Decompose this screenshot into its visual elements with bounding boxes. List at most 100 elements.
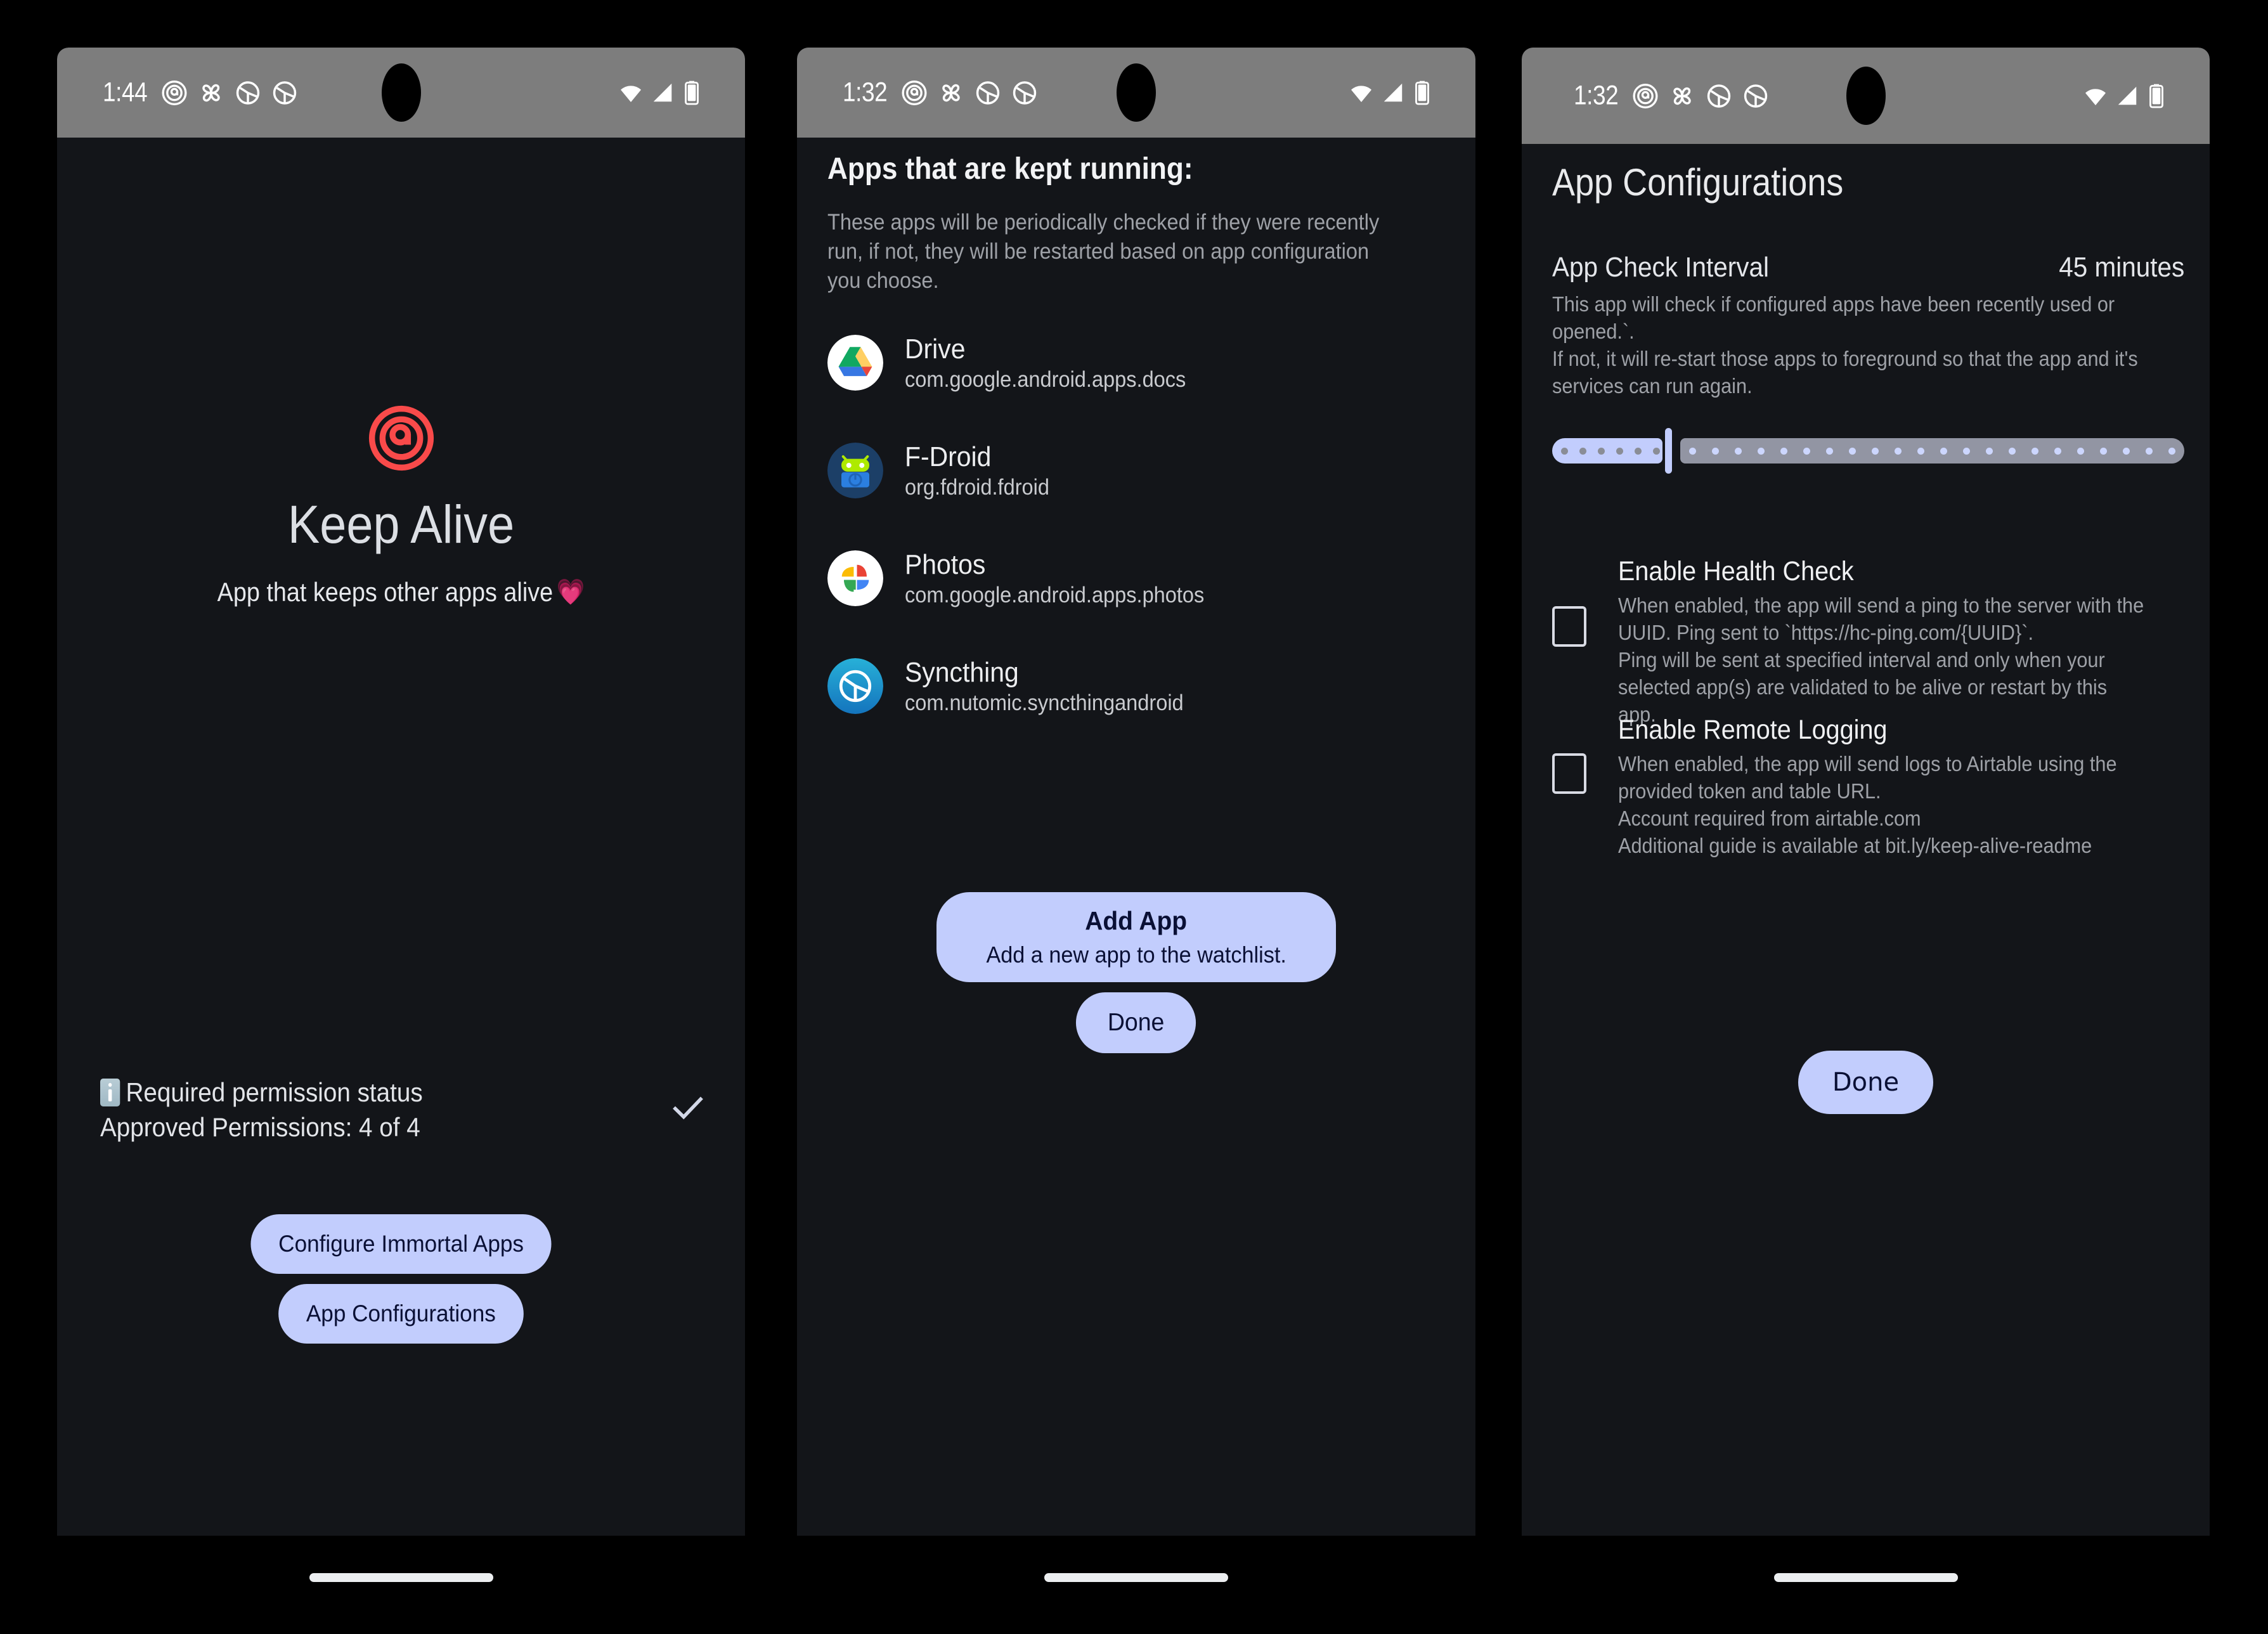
configure-immortal-apps-button[interactable]: Configure Immortal Apps xyxy=(250,1214,552,1274)
status-bar-right xyxy=(618,80,702,105)
slider-tick xyxy=(2009,447,2016,455)
list-item-text: F-Droid org.fdroid.fdroid xyxy=(905,443,1049,498)
enable-health-check-option[interactable]: Enable Health Check When enabled, the ap… xyxy=(1552,556,2184,728)
wifi-icon xyxy=(2085,89,2106,105)
app-package: com.nutomic.syncthingandroid xyxy=(905,690,1184,715)
list-item-text: Syncthing com.nutomic.syncthingandroid xyxy=(905,656,1184,715)
health-check-title: Enable Health Check xyxy=(1618,556,1854,587)
health-check-desc-line1: When enabled, the app will send a ping t… xyxy=(1618,593,2144,644)
screenshot-stage: 1:44 Keep Alive App that keeps other app… xyxy=(0,0,2268,1634)
list-item[interactable]: Photos com.google.android.apps.photos xyxy=(827,524,1450,632)
status-time: 1:44 xyxy=(103,77,148,108)
slider-tick xyxy=(1712,447,1719,455)
slider-tick xyxy=(1940,447,1947,455)
done-label: Done xyxy=(1832,1068,1900,1097)
remote-logging-checkbox[interactable] xyxy=(1552,753,1586,794)
battery-icon xyxy=(1415,81,1429,105)
health-check-checkbox-wrap[interactable] xyxy=(1552,556,1618,697)
camera-notch xyxy=(1846,67,1886,125)
pinwheel-icon xyxy=(1673,87,1691,105)
slider-tick xyxy=(1963,447,1970,455)
configure-immortal-apps-label: Configure Immortal Apps xyxy=(278,1231,524,1257)
gesture-bar[interactable] xyxy=(1044,1573,1228,1582)
status-bar: 1:32 xyxy=(1522,48,2210,144)
slider-tick xyxy=(1895,447,1902,455)
enable-remote-logging-option[interactable]: Enable Remote Logging When enabled, the … xyxy=(1552,715,2184,860)
app-check-interval-slider[interactable] xyxy=(1552,428,2184,474)
camera-notch xyxy=(1117,63,1156,122)
app-name: Syncthing xyxy=(905,656,1019,688)
pinwheel-icon xyxy=(202,84,220,101)
app-check-interval-section: App Check Interval 45 minutes This app w… xyxy=(1552,252,2184,400)
syncthing-icon xyxy=(1013,81,1036,105)
app-name: Drive xyxy=(905,333,966,365)
permission-status: Required permission status Approved Perm… xyxy=(100,1075,707,1145)
syncthing-icon xyxy=(976,81,999,105)
slider-tick xyxy=(1849,447,1856,455)
status-time: 1:32 xyxy=(1574,80,1619,111)
slider-tick xyxy=(1598,447,1605,455)
at-icon xyxy=(1633,83,1658,108)
app-configurations-button[interactable]: App Configurations xyxy=(278,1284,524,1344)
remote-logging-desc-line2: Account required from airtable.com xyxy=(1618,806,1921,830)
at-icon xyxy=(902,80,927,105)
app-package: com.google.android.apps.photos xyxy=(905,582,1205,607)
slider-tick xyxy=(1689,447,1696,455)
watchlist-title: Apps that are kept running: xyxy=(827,152,1193,186)
signal-icon xyxy=(653,83,672,102)
list-item[interactable]: F-Droid org.fdroid.fdroid xyxy=(827,417,1450,524)
remote-logging-desc-line1: When enabled, the app will send logs to … xyxy=(1618,752,2117,803)
watchlist-action-buttons: Add App Add a new app to the watchlist. … xyxy=(797,892,1475,1053)
wifi-icon xyxy=(1351,86,1371,102)
home-content: Keep Alive App that keeps other apps ali… xyxy=(57,138,745,1536)
done-label: Done xyxy=(1108,1009,1165,1036)
slider-tick xyxy=(1986,447,1993,455)
add-app-sublabel: Add a new app to the watchlist. xyxy=(986,942,1286,968)
signal-icon xyxy=(2118,86,2137,105)
add-app-button[interactable]: Add App Add a new app to the watchlist. xyxy=(936,892,1337,982)
permission-status-text: Required permission status Approved Perm… xyxy=(100,1075,423,1145)
app-check-interval-row: App Check Interval 45 minutes xyxy=(1552,252,2184,283)
done-button[interactable]: Done xyxy=(1076,992,1196,1053)
slider-thumb[interactable] xyxy=(1665,428,1672,474)
slider-tick xyxy=(1917,447,1924,455)
permission-heading-row: Required permission status xyxy=(100,1075,423,1110)
remote-logging-checkbox-wrap[interactable] xyxy=(1552,715,1618,832)
slider-tick xyxy=(1616,447,1623,455)
app-name: F-Droid xyxy=(905,441,992,472)
status-time: 1:32 xyxy=(843,77,888,108)
syncthing-icon xyxy=(827,658,883,714)
pinwheel-icon xyxy=(942,84,960,101)
keep-alive-logo-icon xyxy=(368,405,434,471)
gesture-bar[interactable] xyxy=(309,1573,493,1582)
camera-notch xyxy=(381,63,421,122)
app-name: Photos xyxy=(905,548,986,580)
app-tagline: App that keeps other apps alive 💗 xyxy=(91,579,711,606)
screen-configurations: 1:32 App Configurations App Check Interv… xyxy=(1522,48,2210,1536)
slider-tick xyxy=(1735,447,1742,455)
screen-home: 1:44 Keep Alive App that keeps other app… xyxy=(57,48,745,1536)
watchlist-description: These apps will be periodically checked … xyxy=(827,210,1380,294)
check-icon xyxy=(673,1096,703,1120)
configurations-content: App Configurations App Check Interval 45… xyxy=(1522,144,2210,1536)
list-item-text: Photos com.google.android.apps.photos xyxy=(905,548,1205,607)
status-bar-left: 1:32 xyxy=(1574,81,1769,112)
slider-tick xyxy=(1826,447,1833,455)
app-title: Keep Alive xyxy=(287,495,515,554)
syncthing-icon xyxy=(236,81,259,105)
slider-tick xyxy=(2077,447,2084,455)
app-check-interval-desc-line1: This app will check if configured apps h… xyxy=(1552,292,2115,343)
status-bar-left: 1:44 xyxy=(103,77,298,108)
phone-screen-watchlist: 1:32 Apps that are kept running: These a… xyxy=(797,0,1475,1634)
list-item[interactable]: Syncthing com.nutomic.syncthingandroid xyxy=(827,632,1450,740)
slider-tick xyxy=(1635,447,1642,455)
slider-tick xyxy=(2146,447,2153,455)
app-package: com.google.android.apps.docs xyxy=(905,366,1186,392)
done-button[interactable]: Done xyxy=(1798,1051,1934,1114)
list-item[interactable]: Drive com.google.android.apps.docs xyxy=(827,309,1450,417)
gesture-bar[interactable] xyxy=(1773,1573,1958,1582)
health-check-checkbox[interactable] xyxy=(1552,606,1586,647)
slider-tick xyxy=(1803,447,1810,455)
slider-tick xyxy=(1579,447,1586,455)
google-photos-icon xyxy=(827,550,883,606)
